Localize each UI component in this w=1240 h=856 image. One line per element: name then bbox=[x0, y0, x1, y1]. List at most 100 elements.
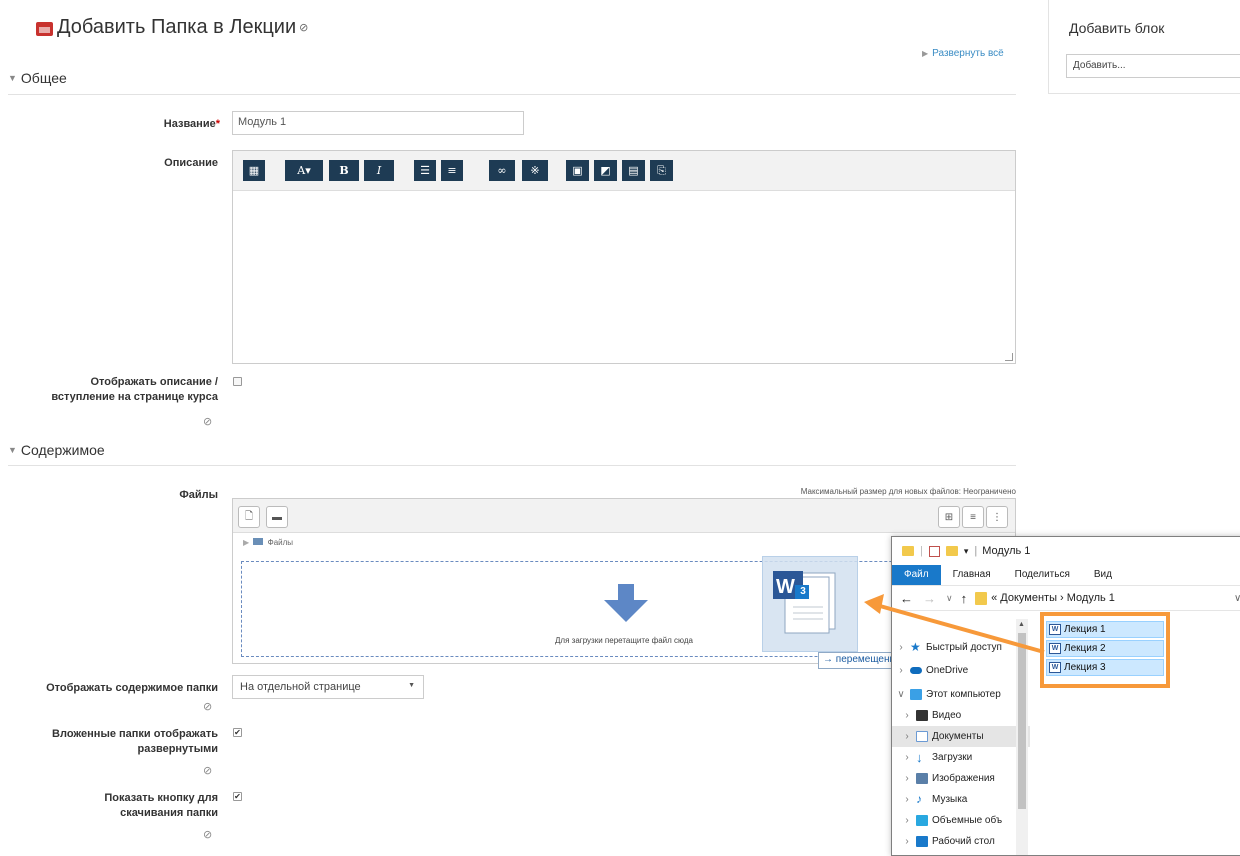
help-icon[interactable]: ⊘ bbox=[203, 828, 212, 841]
resize-grip-icon[interactable] bbox=[1005, 353, 1013, 361]
help-icon[interactable]: ⊘ bbox=[299, 21, 308, 34]
chevron-right-icon[interactable]: › bbox=[898, 773, 916, 784]
triangle-down-icon: ▼ bbox=[8, 73, 17, 83]
name-input[interactable]: Модуль 1 bbox=[232, 111, 524, 135]
unlink-icon[interactable]: ※ bbox=[522, 160, 548, 181]
chevron-down-icon: ▼ bbox=[408, 682, 415, 689]
address-bar[interactable]: ← → ∨ ↑ « Документы › Модуль 1 ∨ bbox=[892, 585, 1240, 611]
nav-item-3d-objects[interactable]: › Объемные объ bbox=[892, 810, 1030, 831]
file-item-lecture-3[interactable]: W Лекция 3 bbox=[1046, 659, 1164, 676]
scroll-thumb[interactable] bbox=[1018, 633, 1026, 809]
chevron-down-icon[interactable]: ∨ bbox=[892, 689, 910, 700]
back-arrow-icon[interactable]: ← bbox=[900, 591, 913, 606]
paste-icon[interactable]: ⎘ bbox=[650, 160, 673, 181]
editor-text-area[interactable] bbox=[233, 192, 1015, 363]
images-icon bbox=[916, 773, 928, 784]
add-file-icon[interactable]: 🗋 bbox=[238, 506, 260, 528]
add-block-title: Добавить блок bbox=[1069, 20, 1165, 36]
ribbon-tab-home[interactable]: Главная bbox=[941, 565, 1003, 585]
subfolders-expanded-checkbox[interactable]: ✔ bbox=[233, 728, 242, 737]
chevron-right-icon[interactable]: › bbox=[898, 710, 916, 721]
nav-item-downloads[interactable]: › ↓ Загрузки bbox=[892, 747, 1030, 768]
nav-item-this-pc[interactable]: ∨ Этот компьютер bbox=[892, 684, 1030, 705]
name-label: Название* bbox=[163, 118, 220, 130]
editor-toolbar: ▦ A▾ B I ☰ ≡ ∞ ※ ▣ ◩ ▤ ⎘ bbox=[233, 151, 1015, 191]
image-icon[interactable]: ◩ bbox=[594, 160, 617, 181]
tree-view-icon[interactable]: ⋮ bbox=[986, 506, 1008, 528]
nav-item-onedrive[interactable]: › OneDrive bbox=[892, 660, 1030, 681]
word-file-icon: W bbox=[1049, 624, 1061, 635]
image-library-icon[interactable]: ▣ bbox=[566, 160, 589, 181]
ribbon-tab-view[interactable]: Вид bbox=[1082, 565, 1124, 585]
forward-arrow-icon[interactable]: → bbox=[923, 591, 936, 606]
3d-objects-icon bbox=[916, 815, 928, 826]
add-block-select[interactable]: Добавить... bbox=[1066, 54, 1240, 78]
help-icon[interactable]: ⊘ bbox=[203, 415, 212, 428]
page-title: Добавить Папка в Лекции ⊘ bbox=[36, 16, 308, 39]
triangle-right-icon: ▶ bbox=[243, 538, 250, 547]
chevron-right-icon[interactable]: › bbox=[898, 731, 916, 742]
chevron-right-icon[interactable]: › bbox=[892, 665, 910, 676]
media-icon[interactable]: ▤ bbox=[622, 160, 645, 181]
nav-item-desktop[interactable]: › Рабочий стол bbox=[892, 831, 1030, 852]
properties-icon[interactable] bbox=[928, 545, 940, 557]
nav-item-documents[interactable]: › Документы bbox=[892, 726, 1030, 747]
file-item-lecture-2[interactable]: W Лекция 2 bbox=[1046, 640, 1164, 657]
show-description-checkbox[interactable] bbox=[233, 377, 242, 386]
bullet-list-icon[interactable]: ☰ bbox=[414, 160, 436, 181]
word-file-icon: W bbox=[1049, 643, 1061, 654]
nav-item-video[interactable]: › Видео bbox=[892, 705, 1030, 726]
nav-item-music[interactable]: › ♪ Музыка bbox=[892, 789, 1030, 810]
ribbon-tab-share[interactable]: Поделиться bbox=[1003, 565, 1082, 585]
nav-item-quick-access[interactable]: › ★ Быстрый доступ bbox=[892, 637, 1030, 658]
create-folder-icon[interactable]: ▬ bbox=[266, 506, 288, 528]
description-label: Описание bbox=[164, 157, 218, 169]
chevron-right-icon[interactable]: › bbox=[898, 815, 916, 826]
description-editor[interactable]: ▦ A▾ B I ☰ ≡ ∞ ※ ▣ ◩ ▤ ⎘ bbox=[232, 150, 1016, 364]
documents-icon bbox=[916, 731, 928, 742]
section-general-header[interactable]: ▼ Общее bbox=[8, 70, 67, 86]
display-contents-select[interactable]: На отдельной странице ▼ bbox=[232, 675, 424, 699]
add-block-panel: Добавить блок Добавить... bbox=[1048, 0, 1240, 94]
customize-toolbar-icon[interactable]: ▾ bbox=[964, 546, 969, 557]
italic-button[interactable]: I bbox=[364, 160, 394, 181]
file-explorer-window: | ▾ | Модуль 1 Файл Главная Поделиться В… bbox=[891, 536, 1240, 856]
explorer-title: Модуль 1 bbox=[982, 545, 1031, 557]
file-item-lecture-1[interactable]: W Лекция 1 bbox=[1046, 621, 1164, 638]
page-title-text: Добавить Папка в Лекции bbox=[57, 16, 297, 38]
word-document-icon: W bbox=[773, 571, 836, 634]
chevron-right-icon[interactable]: › bbox=[898, 752, 916, 763]
help-icon[interactable]: ⊘ bbox=[203, 764, 212, 777]
chevron-right-icon[interactable]: › bbox=[892, 642, 910, 653]
font-size-icon[interactable]: A▾ bbox=[285, 160, 323, 181]
nav-scrollbar[interactable]: ▲ bbox=[1016, 619, 1028, 855]
bold-button[interactable]: B bbox=[329, 160, 359, 181]
link-icon[interactable]: ∞ bbox=[489, 160, 515, 181]
section-content-header[interactable]: ▼ Содержимое bbox=[8, 442, 105, 458]
scroll-up-icon[interactable]: ▲ bbox=[1018, 621, 1025, 628]
up-arrow-icon[interactable]: ↑ bbox=[961, 591, 968, 606]
chevron-right-icon[interactable]: › bbox=[898, 836, 916, 847]
svg-text:W: W bbox=[776, 576, 795, 598]
subfolders-expanded-label: Вложенные папки отображать развернутыми bbox=[52, 728, 218, 755]
ribbon-tab-file[interactable]: Файл bbox=[892, 565, 941, 585]
divider bbox=[8, 465, 1016, 466]
chevron-right-icon[interactable]: › bbox=[898, 794, 916, 805]
grid-view-icon[interactable]: ⊞ bbox=[938, 506, 960, 528]
address-path: « Документы › Модуль 1 bbox=[991, 592, 1115, 604]
drag-ghost: W 3 bbox=[762, 556, 858, 652]
chevron-down-icon[interactable]: ∨ bbox=[1234, 593, 1240, 604]
cloud-icon bbox=[910, 667, 922, 674]
divider bbox=[8, 94, 1016, 95]
drag-count-badge: 3 bbox=[800, 586, 806, 597]
table-icon[interactable]: ▦ bbox=[243, 160, 265, 181]
nav-item-images[interactable]: › Изображения bbox=[892, 768, 1030, 789]
list-view-icon[interactable]: ≡ bbox=[962, 506, 984, 528]
expand-all-link[interactable]: ▶ Развернуть всё bbox=[922, 48, 1004, 59]
show-download-checkbox[interactable]: ✔ bbox=[233, 792, 242, 801]
help-icon[interactable]: ⊘ bbox=[203, 700, 212, 713]
selected-files-highlight: W Лекция 1 W Лекция 2 W Лекция 3 bbox=[1040, 612, 1170, 688]
new-folder-icon[interactable] bbox=[945, 546, 958, 556]
numbered-list-icon[interactable]: ≡ bbox=[441, 160, 463, 181]
chevron-down-icon[interactable]: ∨ bbox=[946, 593, 953, 604]
